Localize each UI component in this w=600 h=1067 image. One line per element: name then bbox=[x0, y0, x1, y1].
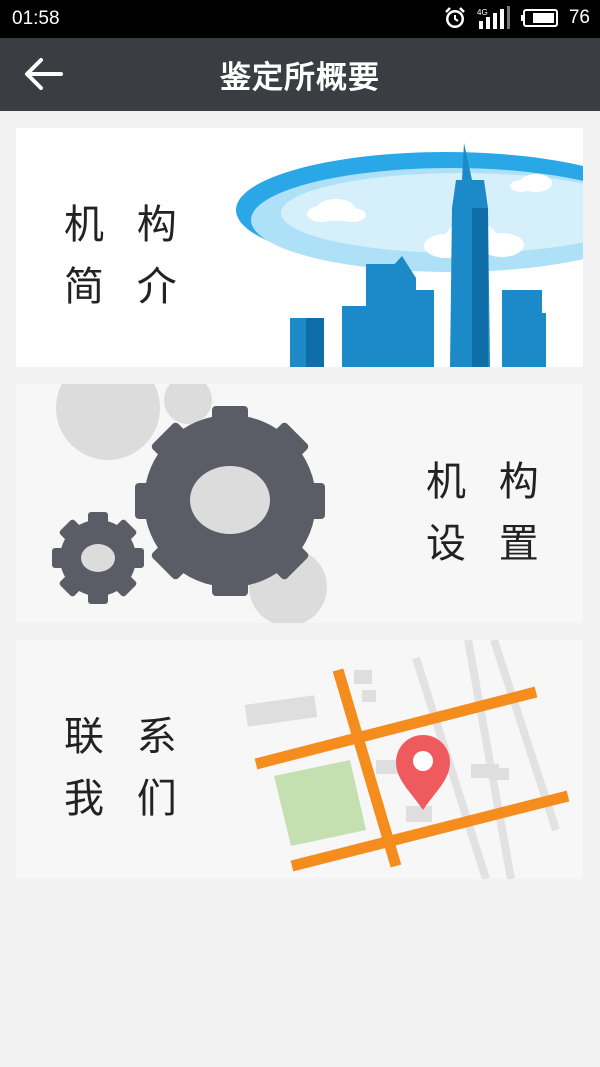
status-time: 01:58 bbox=[12, 8, 60, 29]
network-label: 4G bbox=[477, 8, 488, 17]
battery-icon bbox=[520, 9, 558, 27]
battery-level: 76 bbox=[568, 7, 590, 28]
card-institution-intro[interactable]: 机 构 简 介 bbox=[16, 128, 583, 367]
card-label: 机 构 简 介 bbox=[64, 194, 187, 318]
card-label-line1: 机 构 bbox=[64, 202, 187, 248]
card-institution-setup[interactable]: 机 构 设 置 bbox=[16, 384, 583, 623]
card-label-line2: 我 们 bbox=[64, 776, 187, 822]
card-label-line2: 简 介 bbox=[64, 264, 187, 310]
card-contact-us[interactable]: 联 系 我 们 bbox=[16, 640, 583, 879]
card-label: 联 系 我 们 bbox=[64, 706, 187, 830]
card-label-line1: 联 系 bbox=[64, 714, 187, 760]
signal-icon: 4G bbox=[477, 6, 510, 29]
alarm-icon bbox=[444, 7, 465, 28]
app-bar: 鉴定所概要 bbox=[0, 38, 600, 111]
status-icons: 4G 76 bbox=[443, 6, 590, 30]
card-label: 机 构 设 置 bbox=[426, 451, 549, 575]
status-bar: 01:58 4G 76 bbox=[0, 0, 600, 38]
page-title: 鉴定所概要 bbox=[220, 60, 380, 96]
card-label-line1: 机 构 bbox=[426, 459, 549, 505]
card-label-line2: 设 置 bbox=[426, 521, 549, 567]
